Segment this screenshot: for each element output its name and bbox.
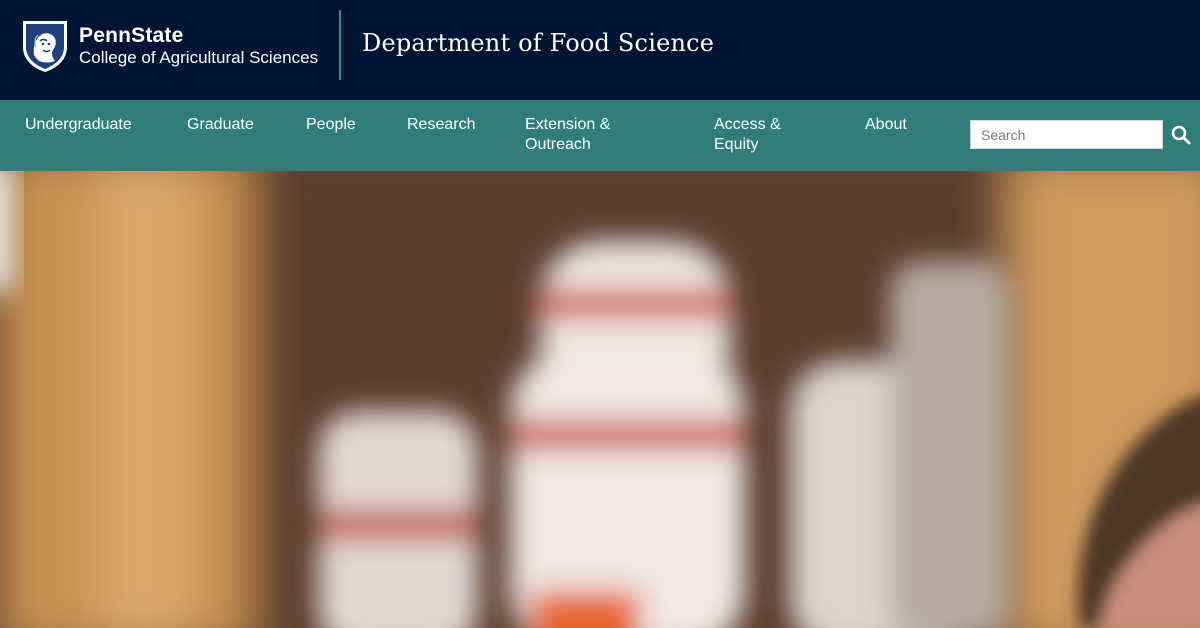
search-icon[interactable] — [1170, 124, 1192, 146]
nav-item-research[interactable]: Research — [407, 115, 475, 135]
nav-item-extension-outreach[interactable]: Extension & Outreach — [525, 115, 637, 155]
nav-item-people[interactable]: People — [306, 115, 356, 135]
nav-item-access-equity[interactable]: Access & Equity — [714, 115, 804, 155]
search-input[interactable] — [970, 120, 1163, 149]
hero-photo — [0, 171, 1200, 628]
nav-item-undergraduate[interactable]: Undergraduate — [25, 115, 132, 135]
nittany-lion-shield-icon — [23, 21, 67, 72]
site-header: PennState College of Agricultural Scienc… — [0, 0, 1200, 100]
college-name: College of Agricultural Sciences — [79, 48, 319, 68]
psu-logo[interactable]: PennState College of Agricultural Scienc… — [20, 18, 318, 74]
header-divider — [339, 10, 341, 80]
hero-image — [0, 171, 1200, 628]
nav-item-graduate[interactable]: Graduate — [187, 115, 254, 135]
department-title[interactable]: Department of Food Science — [362, 29, 714, 57]
brand-name: PennState — [79, 24, 184, 48]
nav-item-about[interactable]: About — [865, 115, 907, 135]
